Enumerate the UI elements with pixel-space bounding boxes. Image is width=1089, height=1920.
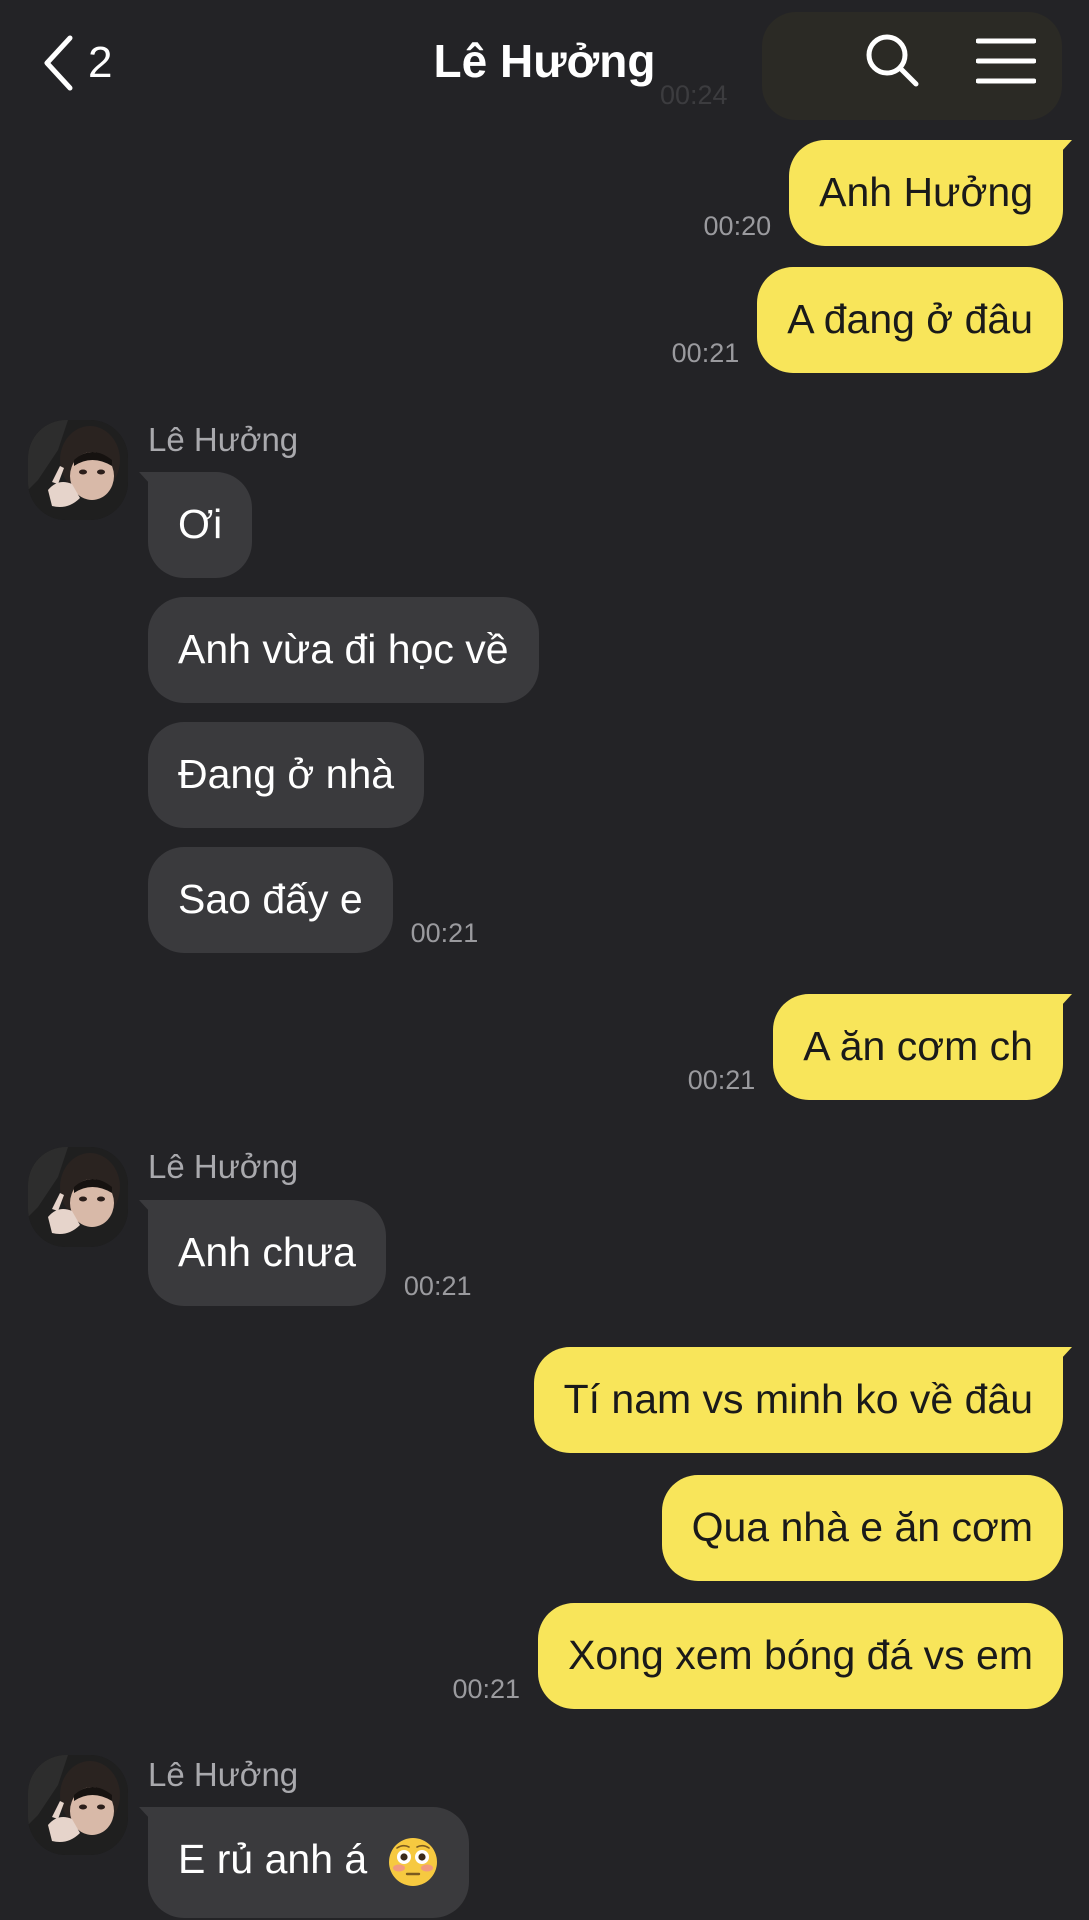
message-time: 00:20 — [703, 211, 772, 241]
outgoing-message-bubble[interactable]: A đang ở đâu — [757, 267, 1063, 373]
search-button[interactable] — [864, 32, 920, 93]
search-icon — [866, 34, 919, 87]
avatar[interactable] — [28, 1755, 128, 1855]
contact-photo — [28, 1755, 128, 1855]
avatar[interactable] — [28, 420, 128, 520]
message-row-incoming: Anh vừa đi học về — [148, 597, 539, 703]
message-time: 00:21 — [410, 918, 479, 948]
message-row-outgoing: Qua nhà e ăn cơm — [661, 1475, 1063, 1581]
menu-button[interactable] — [975, 36, 1037, 91]
message-time: 00:21 — [687, 1065, 756, 1095]
message-row-outgoing: 00:21 A ăn cơm ch — [688, 994, 1063, 1100]
message-row-incoming: E rủ anh á — [148, 1807, 469, 1919]
message-row-incoming: Sao đấy e 00:21 — [148, 847, 478, 953]
incoming-message-bubble[interactable]: Anh vừa đi học về — [148, 597, 539, 703]
incoming-message-bubble[interactable]: Đang ở nhà — [148, 722, 425, 828]
message-text: E rủ anh á — [178, 1836, 368, 1882]
chat-title: Lê Hưởng — [433, 35, 656, 87]
message-row-incoming: Anh chưa 00:21 — [148, 1200, 471, 1306]
message-time: 00:21 — [403, 1271, 472, 1301]
message-row-incoming: Đang ở nhà — [148, 722, 425, 828]
incoming-message-bubble[interactable]: E rủ anh á — [148, 1807, 469, 1919]
message-row-outgoing: 00:20 Anh Hưởng — [704, 140, 1063, 246]
hamburger-menu-icon — [975, 38, 1037, 84]
incoming-message-bubble[interactable]: Ơi — [148, 472, 253, 578]
sender-name: Lê Hưởng — [148, 1148, 299, 1185]
message-row-incoming: Ơi — [148, 472, 253, 578]
flushed-face-emoji — [388, 1838, 437, 1887]
contact-photo — [28, 420, 128, 520]
message-row-outgoing: 00:21 Xong xem bóng đá vs em — [452, 1603, 1063, 1709]
contact-photo — [28, 1147, 128, 1247]
outgoing-message-bubble[interactable]: Qua nhà e ăn cơm — [661, 1475, 1063, 1581]
message-time: 00:21 — [671, 338, 740, 368]
message-row-outgoing: 00:21 A đang ở đâu — [672, 267, 1063, 373]
avatar[interactable] — [28, 1147, 128, 1247]
chat-screen: 00:24 2 Lê Hưởng 00:20 Anh Hưởng 00:21 A… — [0, 0, 1089, 1920]
message-time: 00:21 — [452, 1674, 521, 1704]
incoming-message-bubble[interactable]: Sao đấy e — [148, 847, 393, 953]
outgoing-message-bubble[interactable]: Xong xem bóng đá vs em — [538, 1603, 1063, 1709]
sender-name: Lê Hưởng — [148, 421, 299, 458]
message-row-outgoing: Tí nam vs minh ko về đâu — [533, 1347, 1063, 1453]
sender-name: Lê Hưởng — [148, 1756, 299, 1793]
outgoing-message-bubble[interactable]: Tí nam vs minh ko về đâu — [533, 1347, 1063, 1453]
outgoing-message-bubble[interactable]: A ăn cơm ch — [773, 994, 1063, 1100]
chat-header: 00:24 2 Lê Hưởng — [0, 0, 1089, 120]
incoming-message-bubble[interactable]: Anh chưa — [148, 1200, 386, 1306]
outgoing-message-bubble[interactable]: Anh Hưởng — [789, 140, 1063, 246]
